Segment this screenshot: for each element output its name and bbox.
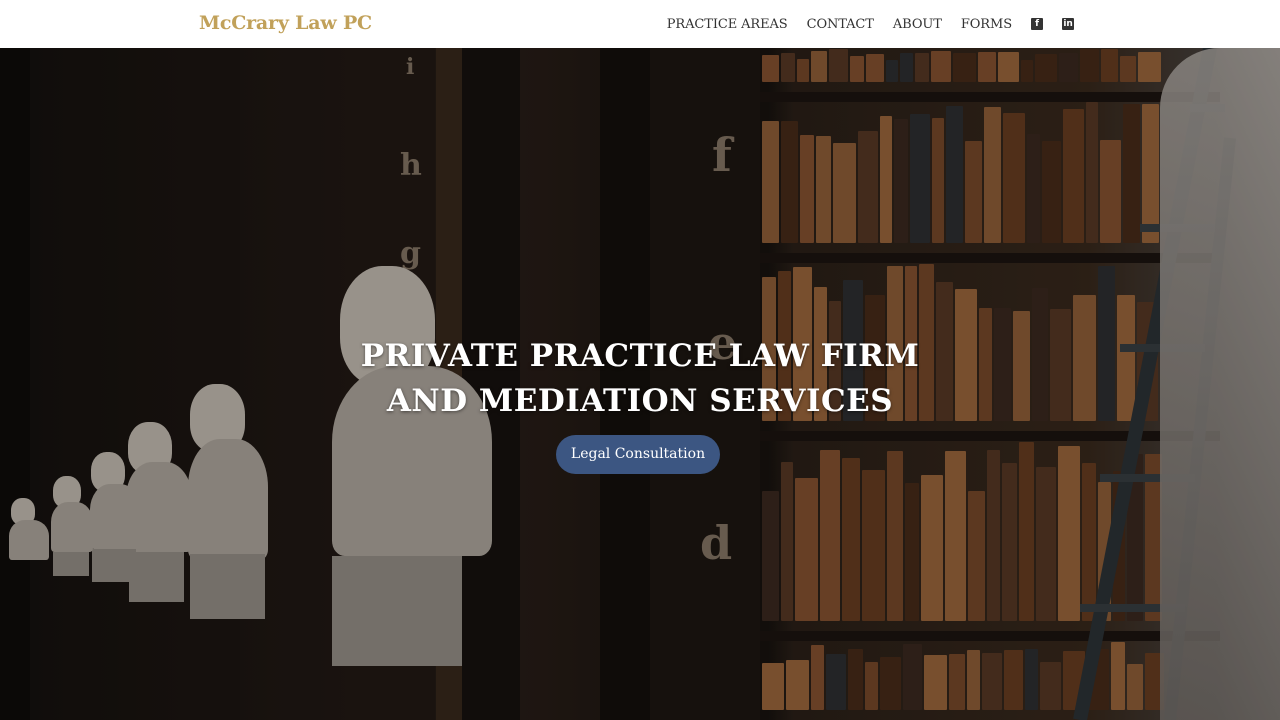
hero-headline: PRIVATE PRACTICE LAW FIRM AND MEDIATION … xyxy=(0,334,1280,424)
headline-line-2: AND MEDIATION SERVICES xyxy=(386,383,894,419)
facebook-glyph: f xyxy=(1035,19,1039,29)
linkedin-icon[interactable]: in xyxy=(1062,18,1074,30)
nav-forms[interactable]: FORMS xyxy=(961,17,1012,32)
headline-line-1: PRIVATE PRACTICE LAW FIRM xyxy=(360,338,920,374)
linkedin-glyph: in xyxy=(1063,19,1073,29)
hero-banner: i h g f e d PRIVATE PRACTICE LAW FIRM AN… xyxy=(0,48,1280,720)
nav-contact[interactable]: CONTACT xyxy=(807,17,874,32)
nav-about[interactable]: ABOUT xyxy=(893,17,942,32)
brand-logo-link[interactable]: McCrary Law PC xyxy=(199,12,372,34)
nav-practice-areas[interactable]: PRACTICE AREAS xyxy=(667,17,788,32)
main-nav: PRACTICE AREAS CONTACT ABOUT FORMS f in xyxy=(667,0,1280,48)
site-header: McCrary Law PC PRACTICE AREAS CONTACT AB… xyxy=(0,0,1280,48)
legal-consultation-button[interactable]: Legal Consultation xyxy=(556,435,720,474)
facebook-icon[interactable]: f xyxy=(1031,18,1043,30)
